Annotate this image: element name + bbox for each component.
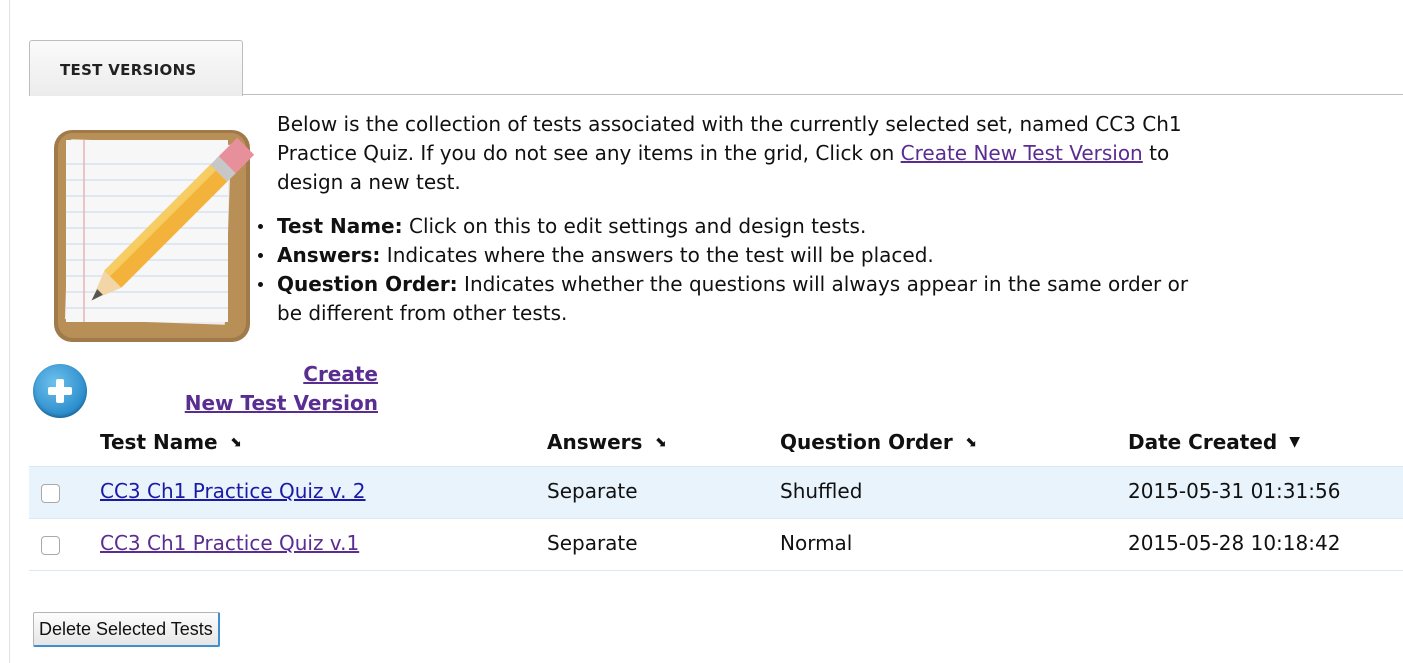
question-order-cell: Shuffled xyxy=(780,479,863,503)
header-answers[interactable]: Answers ⬊ xyxy=(547,430,666,454)
header-question-order[interactable]: Question Order ⬊ xyxy=(780,430,976,454)
bullet-term: Question Order: xyxy=(277,272,458,296)
bullet-answers: Answers: Indicates where the answers to … xyxy=(258,241,1207,270)
plus-circle-icon[interactable] xyxy=(33,364,87,418)
tab-test-versions[interactable]: TEST VERSIONS xyxy=(29,40,243,96)
bullet-desc: Click on this to edit settings and desig… xyxy=(402,214,867,238)
header-test-name[interactable]: Test Name ⬊ xyxy=(100,430,241,454)
header-label: Date Created xyxy=(1128,430,1278,454)
sort-icon[interactable]: ⬊ xyxy=(654,434,666,450)
bullet-term: Answers: xyxy=(277,243,381,267)
answers-cell: Separate xyxy=(547,531,638,555)
date-created-cell: 2015-05-28 10:18:42 xyxy=(1128,531,1341,555)
notepad-pencil-icon xyxy=(54,130,255,342)
intro-paragraph: Below is the collection of tests associa… xyxy=(277,110,1207,197)
create-test-link-inline[interactable]: Create New Test Version xyxy=(901,141,1143,165)
tab-divider xyxy=(243,94,1403,95)
header-label: Question Order xyxy=(780,430,953,454)
grid-header: Test Name ⬊ Answers ⬊ Question Order ⬊ Date… xyxy=(29,420,1403,466)
intro-text: Below is the collection of tests associa… xyxy=(258,110,1207,328)
tab-label: TEST VERSIONS xyxy=(60,61,197,79)
bullet-question-order: Question Order: Indicates whether the qu… xyxy=(258,270,1207,328)
bullet-desc: Indicates where the answers to the test … xyxy=(380,243,934,267)
test-name-link[interactable]: CC3 Ch1 Practice Quiz v. 2 xyxy=(100,479,366,503)
question-order-cell: Normal xyxy=(780,531,853,555)
answers-cell: Separate xyxy=(547,479,638,503)
row-checkbox[interactable] xyxy=(41,536,60,555)
date-created-cell: 2015-05-31 01:31:56 xyxy=(1128,479,1341,503)
row-checkbox[interactable] xyxy=(41,484,60,503)
sort-desc-icon[interactable]: ▼ xyxy=(1289,434,1300,450)
header-date-created[interactable]: Date Created ▼ xyxy=(1128,430,1300,454)
create-link-line2[interactable]: New Test Version xyxy=(150,389,378,418)
test-versions-grid: Test Name ⬊ Answers ⬊ Question Order ⬊ Date… xyxy=(29,420,1403,571)
sort-icon[interactable]: ⬊ xyxy=(965,434,977,450)
table-row: CC3 Ch1 Practice Quiz v. 2 Separate Shuf… xyxy=(29,466,1403,518)
left-border xyxy=(9,0,10,663)
create-link-line1[interactable]: Create xyxy=(150,360,378,389)
test-name-link[interactable]: CC3 Ch1 Practice Quiz v.1 xyxy=(100,531,359,555)
header-label: Answers xyxy=(547,430,643,454)
bullet-term: Test Name: xyxy=(277,214,403,238)
bullet-test-name: Test Name: Click on this to edit setting… xyxy=(258,212,1207,241)
create-test-button[interactable]: Create New Test Version xyxy=(150,360,378,418)
delete-selected-tests-button[interactable]: Delete Selected Tests xyxy=(33,612,220,647)
sort-icon[interactable]: ⬊ xyxy=(230,434,242,450)
help-bullets: Test Name: Click on this to edit setting… xyxy=(258,212,1207,328)
header-label: Test Name xyxy=(100,430,218,454)
table-row: CC3 Ch1 Practice Quiz v.1 Separate Norma… xyxy=(29,518,1403,571)
